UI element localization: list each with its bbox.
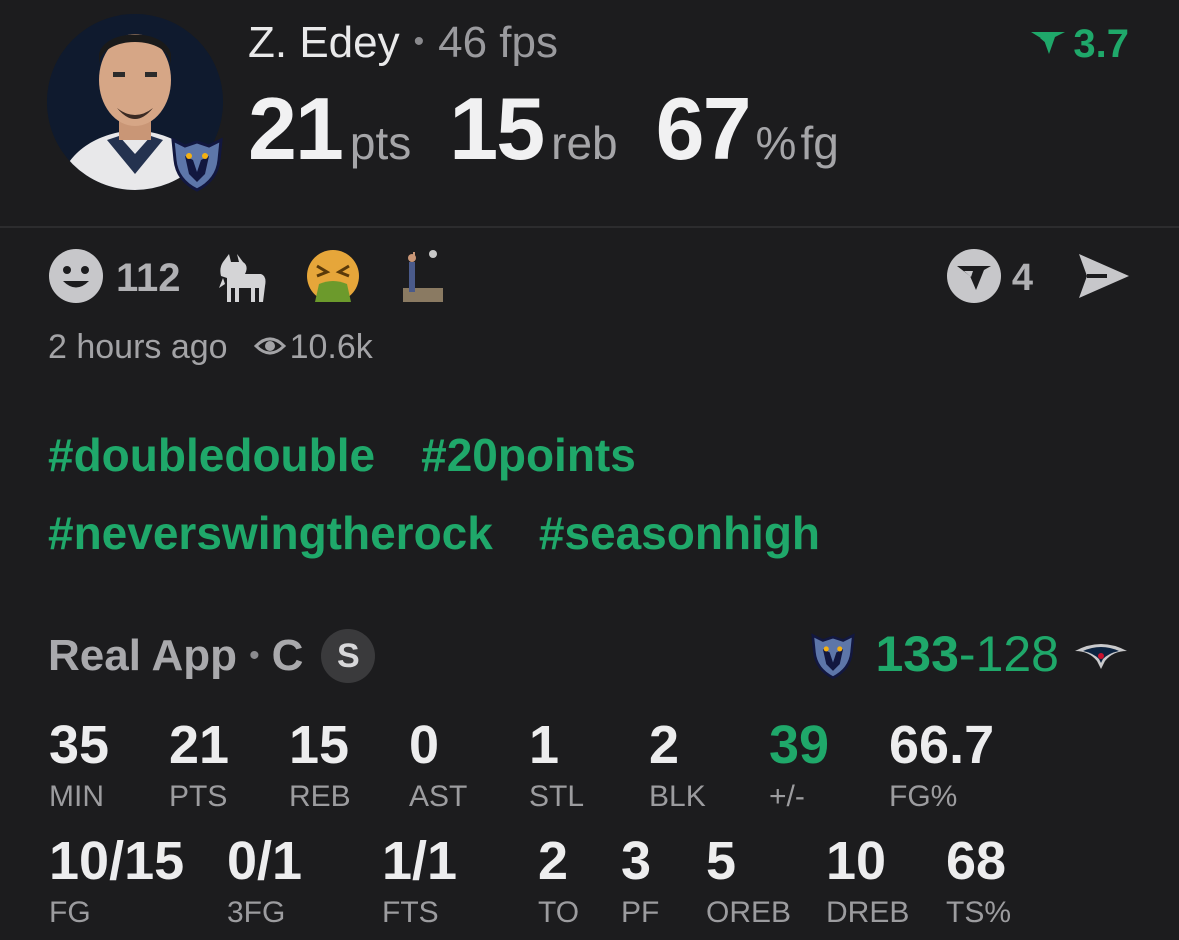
grizzlies-logo: [165, 130, 229, 194]
fps-label: 46 fps: [438, 18, 559, 67]
stat-reb: 15 REB: [289, 718, 351, 812]
hashtag-neverswingtherock[interactable]: #neverswingtherock: [48, 507, 493, 559]
headline-stats: 21 pts 15 reb 67 %fg: [248, 78, 877, 180]
comments-icon[interactable]: [946, 248, 1002, 309]
stat-value: 66.7: [889, 715, 995, 775]
starter-badge: S: [321, 629, 376, 683]
stat-value: 35: [49, 715, 110, 775]
reactions-bar: 112: [48, 247, 481, 309]
smile-count: 112: [116, 255, 181, 300]
rebounds-unit: reb: [551, 117, 618, 169]
grizzlies-logo: [811, 633, 856, 680]
stat-label: REB: [289, 780, 351, 813]
views-count: 10.6k: [289, 328, 373, 366]
dunk-image[interactable]: [394, 247, 447, 309]
smile-icon[interactable]: [48, 248, 104, 309]
post-actions: 4: [946, 248, 1131, 309]
away-score: 128: [975, 626, 1059, 682]
goat-icon[interactable]: [215, 248, 271, 309]
stat-label: PTS: [169, 780, 228, 813]
rating-value: 3.7: [1073, 22, 1129, 66]
app-name: Real App: [48, 631, 238, 680]
post-meta: 2 hours ago 10.6k: [48, 328, 373, 367]
game-score[interactable]: 133-128: [805, 624, 1129, 684]
hashtags: #doubledouble #20points #neverswingtheroc…: [48, 428, 1148, 584]
stat-label: AST: [409, 780, 468, 813]
stat-value: 0: [409, 715, 440, 775]
stat-ts-pct: 68 TS%: [946, 834, 1011, 928]
hashtag-line-1: #doubledouble #20points: [48, 428, 1148, 506]
eye-icon: [253, 337, 286, 355]
stat-value: 2: [538, 831, 569, 891]
stat-value: 2: [649, 715, 680, 775]
stat-to: 2 TO: [538, 834, 579, 928]
pelicans-logo: [1075, 644, 1127, 669]
hashtag-20points[interactable]: #20points: [421, 429, 636, 481]
header-divider: [0, 226, 1179, 228]
share-icon[interactable]: [1077, 251, 1131, 306]
stat-value: 15: [289, 715, 350, 775]
points-unit: pts: [349, 117, 412, 169]
stat-label: MIN: [49, 780, 104, 813]
stat-stl: 1 STL: [529, 718, 584, 812]
stat-min: 35 MIN: [49, 718, 109, 812]
stat-value: 39: [769, 715, 830, 775]
stat-value: 3: [621, 831, 652, 891]
stat-value: 5: [706, 831, 737, 891]
player-name[interactable]: Z. Edey: [248, 18, 400, 67]
stat-value: 10/15: [49, 831, 185, 891]
player-position: C: [271, 631, 304, 680]
home-score: 133: [875, 626, 959, 682]
fg-percent: %: [755, 117, 797, 169]
stat-label: FTS: [382, 896, 439, 929]
hashtag-line-2: #neverswingtherock #seasonhigh: [48, 506, 1148, 584]
stat-ast: 0 AST: [409, 718, 467, 812]
stat-value: 1: [529, 715, 560, 775]
fg-value: 67: [655, 79, 752, 178]
separator-dot: •: [413, 25, 425, 58]
stat-label: 3FG: [227, 896, 286, 929]
stat-value: 21: [169, 715, 230, 775]
views-count-wrap: 10.6k: [253, 328, 373, 366]
stat-fts: 1/1 FTS: [382, 834, 457, 928]
stat-fg-pct: 66.7 FG%: [889, 718, 994, 812]
stat-blk: 2 BLK: [649, 718, 706, 812]
post-time: 2 hours ago: [48, 328, 228, 366]
stat-label: TO: [538, 896, 580, 929]
fg-suffix: fg: [800, 117, 839, 169]
stat-label: STL: [529, 780, 585, 813]
stat-value: 10: [826, 831, 887, 891]
stat-value: 68: [946, 831, 1007, 891]
stat-plus-minus: 39 +/-: [769, 718, 829, 812]
hashtag-doubledouble[interactable]: #doubledouble: [48, 429, 375, 481]
rebounds-value: 15: [449, 79, 545, 178]
vomit-icon[interactable]: [305, 248, 361, 309]
player-name-row: Z. Edey • 46 fps: [248, 18, 558, 68]
stat-label: +/-: [769, 780, 805, 813]
points-value: 21: [248, 79, 344, 178]
separator-dot: •: [249, 639, 260, 672]
stat-label: OREB: [706, 896, 792, 929]
player-rating[interactable]: 3.7: [1029, 22, 1129, 67]
comment-count: 4: [1011, 256, 1033, 299]
stat-dreb: 10 DREB: [826, 834, 909, 928]
stat-label: TS%: [946, 896, 1012, 929]
stat-pts: 21 PTS: [169, 718, 229, 812]
stat-label: PF: [621, 896, 660, 929]
stat-pf: 3 PF: [621, 834, 659, 928]
hashtag-seasonhigh[interactable]: #seasonhigh: [539, 507, 820, 559]
rating-icon: [1031, 32, 1066, 55]
stat-label: FG: [49, 896, 91, 929]
stat-value: 0/1: [227, 831, 303, 891]
stat-fg: 10/15 FG: [49, 834, 184, 928]
score-dash: -: [958, 626, 976, 682]
stat-3fg: 0/1 3FG: [227, 834, 302, 928]
stat-label: FG%: [889, 780, 958, 813]
stat-label: BLK: [649, 780, 706, 813]
stat-oreb: 5 OREB: [706, 834, 791, 928]
stat-label: DREB: [826, 896, 910, 929]
game-info: Real App • C S: [48, 628, 376, 684]
stat-value: 1/1: [382, 831, 458, 891]
